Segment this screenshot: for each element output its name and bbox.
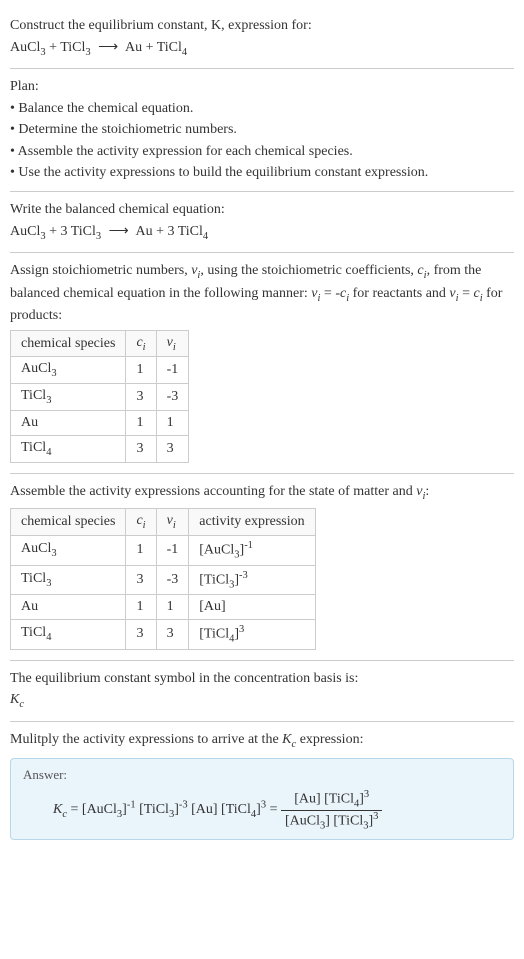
plan-section: Plan: • Balance the chemical equation. •…	[10, 69, 514, 192]
col-ci: ci	[126, 509, 156, 536]
cell-c: 1	[126, 536, 156, 565]
kc-line2: Kc	[10, 690, 514, 712]
cell-ae: [Au]	[189, 595, 315, 620]
col-species: chemical species	[11, 509, 126, 536]
cell-species: TiCl3	[11, 565, 126, 594]
answer-expression: Kc = [AuCl3]-1 [TiCl3]-3 [Au] [TiCl4]3 =…	[23, 789, 501, 831]
cell-species: TiCl4	[11, 436, 126, 463]
cell-ae: [TiCl3]-3	[189, 565, 315, 594]
kc-line1: The equilibrium constant symbol in the c…	[10, 669, 514, 689]
plan-item-1: • Balance the chemical equation.	[10, 99, 514, 119]
plan-item-3: • Assemble the activity expression for e…	[10, 142, 514, 162]
unbalanced-equation: AuCl3 + TiCl3 ⟶ Au + TiCl4	[10, 38, 514, 60]
answer-fraction: [Au] [TiCl4]3 [AuCl3] [TiCl3]3	[281, 789, 382, 831]
table-row: TiCl4 3 3 [TiCl4]3	[11, 620, 316, 649]
cell-species: AuCl3	[11, 357, 126, 384]
table-row: TiCl3 3 -3	[11, 384, 189, 411]
stoich-section: Assign stoichiometric numbers, νi, using…	[10, 253, 514, 474]
table-row: Au 1 1 [Au]	[11, 595, 316, 620]
cell-v: 3	[156, 436, 189, 463]
cell-v: -1	[156, 536, 189, 565]
answer-box: Answer: Kc = [AuCl3]-1 [TiCl3]-3 [Au] [T…	[10, 758, 514, 840]
cell-c: 1	[126, 595, 156, 620]
answer-denominator: [AuCl3] [TiCl3]3	[281, 811, 382, 831]
table-row: TiCl3 3 -3 [TiCl3]-3	[11, 565, 316, 594]
balanced-section: Write the balanced chemical equation: Au…	[10, 192, 514, 253]
plan-item-2: • Determine the stoichiometric numbers.	[10, 120, 514, 140]
cell-species: TiCl4	[11, 620, 126, 649]
cell-species: AuCl3	[11, 536, 126, 565]
cell-c: 3	[126, 565, 156, 594]
col-vi: νi	[156, 330, 189, 357]
col-ci: ci	[126, 330, 156, 357]
multiply-section: Mulitply the activity expressions to arr…	[10, 722, 514, 846]
table-header-row: chemical species ci νi	[11, 330, 189, 357]
cell-c: 1	[126, 357, 156, 384]
table-row: TiCl4 3 3	[11, 436, 189, 463]
col-activity: activity expression	[189, 509, 315, 536]
activity-intro: Assemble the activity expressions accoun…	[10, 482, 514, 504]
answer-label: Answer:	[23, 767, 501, 783]
plan-title: Plan:	[10, 77, 514, 97]
stoich-table: chemical species ci νi AuCl3 1 -1 TiCl3 …	[10, 330, 189, 463]
kc-symbol-section: The equilibrium constant symbol in the c…	[10, 661, 514, 722]
cell-species: Au	[11, 411, 126, 436]
col-vi: νi	[156, 509, 189, 536]
cell-ae: [TiCl4]3	[189, 620, 315, 649]
cell-v: -3	[156, 565, 189, 594]
cell-v: 1	[156, 411, 189, 436]
construct-text: Construct the equilibrium constant, K, e…	[10, 18, 312, 33]
table-row: AuCl3 1 -1 [AuCl3]-1	[11, 536, 316, 565]
balanced-equation: AuCl3 + 3 TiCl3 ⟶ Au + 3 TiCl4	[10, 222, 514, 244]
table-row: AuCl3 1 -1	[11, 357, 189, 384]
cell-c: 3	[126, 436, 156, 463]
cell-v: -3	[156, 384, 189, 411]
col-species: chemical species	[11, 330, 126, 357]
table-header-row: chemical species ci νi activity expressi…	[11, 509, 316, 536]
construct-line: Construct the equilibrium constant, K, e…	[10, 16, 514, 36]
header-section: Construct the equilibrium constant, K, e…	[10, 8, 514, 69]
plan-item-4: • Use the activity expressions to build …	[10, 163, 514, 183]
table-row: Au 1 1	[11, 411, 189, 436]
cell-ae: [AuCl3]-1	[189, 536, 315, 565]
answer-numerator: [Au] [TiCl4]3	[281, 789, 382, 810]
cell-c: 3	[126, 620, 156, 649]
cell-v: 1	[156, 595, 189, 620]
cell-v: -1	[156, 357, 189, 384]
activity-table: chemical species ci νi activity expressi…	[10, 508, 316, 649]
cell-v: 3	[156, 620, 189, 649]
cell-c: 1	[126, 411, 156, 436]
cell-species: TiCl3	[11, 384, 126, 411]
cell-c: 3	[126, 384, 156, 411]
balanced-title: Write the balanced chemical equation:	[10, 200, 514, 220]
stoich-intro: Assign stoichiometric numbers, νi, using…	[10, 261, 514, 326]
multiply-title: Mulitply the activity expressions to arr…	[10, 730, 514, 752]
cell-species: Au	[11, 595, 126, 620]
activity-section: Assemble the activity expressions accoun…	[10, 474, 514, 661]
